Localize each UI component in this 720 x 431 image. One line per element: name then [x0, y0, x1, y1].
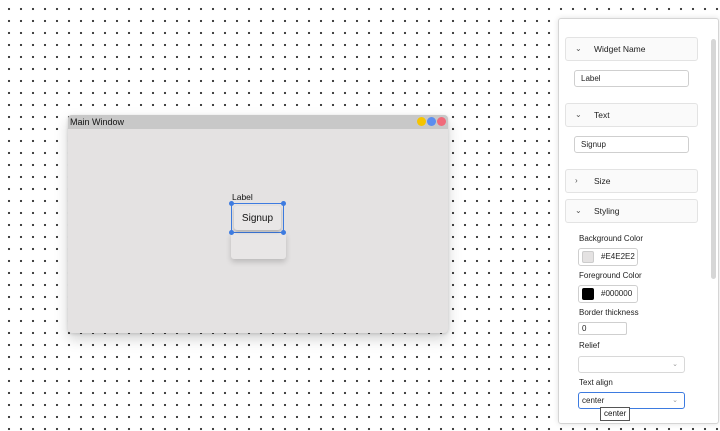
background-color-swatch[interactable]	[582, 251, 594, 263]
chevron-right-icon: ›	[575, 176, 578, 185]
minimize-dot-icon[interactable]	[417, 117, 426, 126]
border-thickness-input[interactable]: 0	[578, 322, 627, 335]
section-title: Widget Name	[594, 44, 646, 54]
foreground-color-value: #000000	[601, 289, 633, 298]
background-color-label: Background Color	[579, 234, 644, 243]
section-title: Styling	[594, 206, 620, 216]
resize-handle-top-left[interactable]	[229, 201, 234, 206]
resize-handle-top-right[interactable]	[281, 201, 286, 206]
signup-button-label: Signup	[241, 212, 274, 224]
widget-name-input[interactable]: Label	[574, 70, 689, 87]
selected-widget-frame[interactable]: Signup	[229, 201, 286, 235]
text-align-value: center	[582, 396, 605, 405]
section-styling-header[interactable]: ⌄ Styling	[565, 199, 698, 223]
chevron-down-icon: ⌄	[672, 397, 678, 404]
resize-handle-bottom-left[interactable]	[229, 230, 234, 235]
resize-handle-bottom-right[interactable]	[281, 230, 286, 235]
section-title: Size	[594, 176, 611, 186]
main-window-title: Main Window	[70, 117, 125, 127]
panel-scrollbar[interactable]	[711, 39, 716, 279]
main-window-preview[interactable]: Main Window Label Signup	[68, 115, 448, 333]
foreground-color-swatch[interactable]	[582, 288, 594, 300]
foreground-color-picker[interactable]: #000000	[578, 285, 638, 303]
relief-select[interactable]: ⌄	[578, 356, 685, 373]
signup-button-widget[interactable]: Signup	[234, 206, 281, 230]
maximize-dot-icon[interactable]	[427, 117, 436, 126]
text-input[interactable]: Signup	[574, 136, 689, 153]
border-thickness-label: Border thickness	[579, 308, 639, 317]
relief-label: Relief	[579, 341, 600, 350]
text-align-select[interactable]: center ⌄	[578, 392, 685, 409]
canvas-drop-shadow-widget	[231, 232, 286, 259]
text-align-label: Text align	[579, 378, 613, 387]
background-color-picker[interactable]: #E4E2E2	[578, 248, 638, 266]
background-color-value: #E4E2E2	[601, 252, 635, 261]
tooltip: center	[600, 407, 631, 421]
section-widget-name-header[interactable]: ⌄ Widget Name	[565, 37, 698, 61]
foreground-color-label: Foreground Color	[579, 271, 642, 280]
properties-panel: ⌄ Widget Name Label ⌄ Text Signup › Size…	[558, 18, 719, 424]
chevron-down-icon: ⌄	[575, 44, 582, 53]
chevron-down-icon: ⌄	[575, 110, 582, 119]
canvas-label-widget[interactable]: Label	[232, 192, 253, 202]
section-text-header[interactable]: ⌄ Text	[565, 103, 698, 127]
main-window-titlebar[interactable]: Main Window	[68, 115, 448, 129]
close-dot-icon[interactable]	[437, 117, 446, 126]
chevron-down-icon: ⌄	[672, 361, 678, 368]
section-title: Text	[594, 110, 610, 120]
section-size-header[interactable]: › Size	[565, 169, 698, 193]
chevron-down-icon: ⌄	[575, 206, 582, 215]
